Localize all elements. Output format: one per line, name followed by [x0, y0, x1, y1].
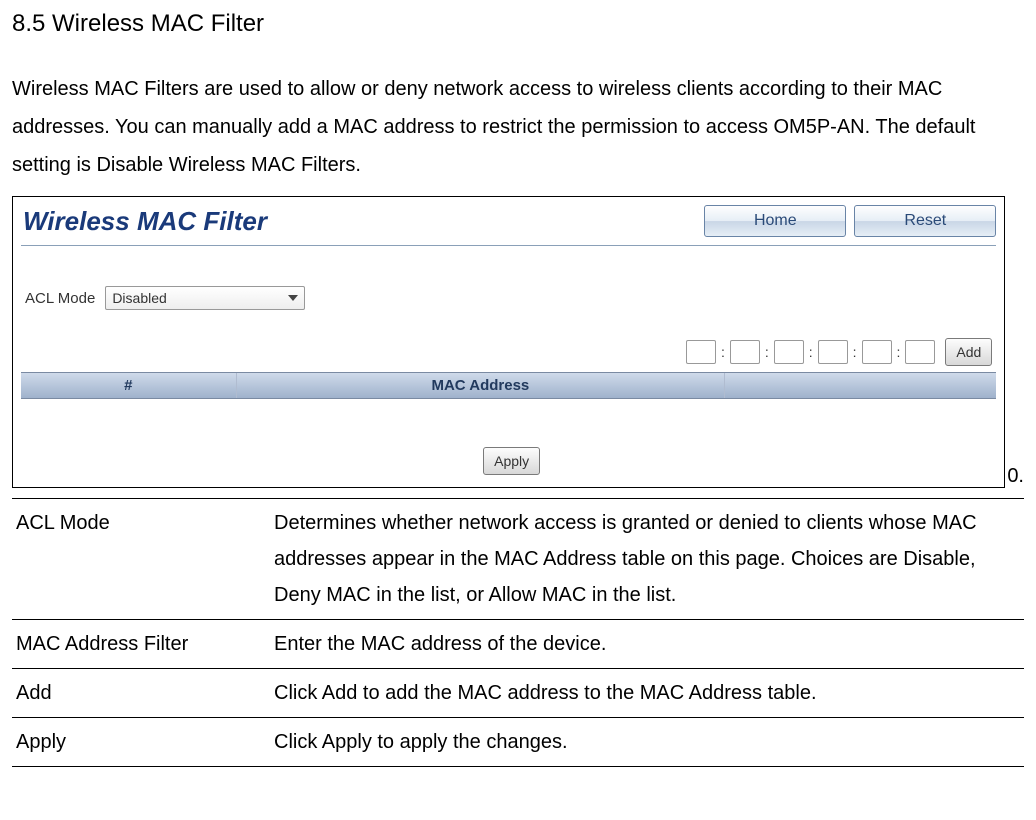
mac-segment-input[interactable]	[730, 340, 760, 364]
reset-button[interactable]: Reset	[854, 205, 996, 237]
mac-segment-input[interactable]	[686, 340, 716, 364]
screenshot-box: Wireless MAC Filter Home Reset ACL Mode …	[12, 196, 1005, 488]
add-button[interactable]: Add	[945, 338, 992, 366]
mac-table-header: # MAC Address	[21, 372, 996, 399]
acl-mode-value: Disabled	[112, 290, 166, 306]
row-label: ACL Mode	[12, 505, 274, 613]
mac-segment-input[interactable]	[862, 340, 892, 364]
column-mac-header: MAC Address	[237, 373, 726, 398]
colon-separator: :	[808, 344, 814, 360]
panel-top-buttons: Home Reset	[704, 205, 996, 237]
chevron-down-icon	[288, 295, 298, 301]
apply-button[interactable]: Apply	[483, 447, 540, 475]
intro-paragraph: Wireless MAC Filters are used to allow o…	[12, 70, 1024, 184]
mac-segment-input[interactable]	[905, 340, 935, 364]
screenshot-figure: Wireless MAC Filter Home Reset ACL Mode …	[12, 196, 1024, 488]
table-row: MAC Address Filter Enter the MAC address…	[12, 619, 1024, 668]
mac-segment-input[interactable]	[818, 340, 848, 364]
row-label: MAC Address Filter	[12, 626, 274, 662]
table-row: Apply Click Apply to apply the changes.	[12, 717, 1024, 767]
home-button[interactable]: Home	[704, 205, 846, 237]
panel-title: Wireless MAC Filter	[21, 206, 267, 237]
row-text: Click Add to add the MAC address to the …	[274, 675, 1024, 711]
colon-separator: :	[852, 344, 858, 360]
mac-input-row: : : : : : Add	[21, 332, 996, 372]
acl-mode-row: ACL Mode Disabled	[25, 286, 996, 310]
figure-suffix-text: 0.	[1005, 465, 1024, 488]
mac-segment-input[interactable]	[774, 340, 804, 364]
row-label: Apply	[12, 724, 274, 760]
table-row: ACL Mode Determines whether network acce…	[12, 498, 1024, 619]
row-text: Enter the MAC address of the device.	[274, 626, 1024, 662]
row-label: Add	[12, 675, 274, 711]
section-heading: 8.5 Wireless MAC Filter	[12, 10, 1024, 38]
acl-mode-select[interactable]: Disabled	[105, 286, 305, 310]
screenshot-header: Wireless MAC Filter Home Reset	[21, 203, 996, 246]
colon-separator: :	[896, 344, 902, 360]
column-number-header: #	[21, 373, 237, 398]
row-text: Determines whether network access is gra…	[274, 505, 1024, 613]
colon-separator: :	[720, 344, 726, 360]
apply-row: Apply	[21, 447, 996, 475]
table-row: Add Click Add to add the MAC address to …	[12, 668, 1024, 717]
acl-mode-label: ACL Mode	[25, 290, 95, 307]
column-blank-header	[725, 373, 996, 398]
row-text: Click Apply to apply the changes.	[274, 724, 1024, 760]
description-table: ACL Mode Determines whether network acce…	[12, 498, 1024, 767]
colon-separator: :	[764, 344, 770, 360]
